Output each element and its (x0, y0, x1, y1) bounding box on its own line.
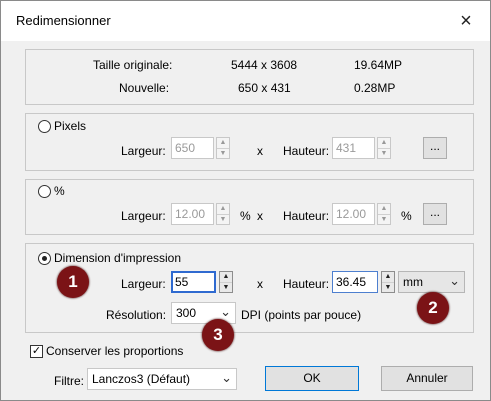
pixels-radio[interactable] (38, 120, 51, 133)
percent-height-unit: % (401, 209, 412, 223)
spin-down-icon[interactable]: ▼ (217, 214, 229, 225)
spin-up-icon[interactable]: ▲ (217, 138, 229, 148)
annotation-badge-1: 1 (57, 266, 89, 298)
original-size-label: Taille originale: (93, 58, 173, 72)
chevron-down-icon: ⌄ (221, 370, 232, 385)
resolution-value: 300 (176, 306, 197, 320)
print-width-input[interactable]: 55 (171, 271, 216, 293)
print-width-spinner[interactable]: ▲ ▼ (219, 271, 233, 293)
chevron-down-icon: ⌄ (449, 273, 460, 288)
print-height-spinner[interactable]: ▲ ▼ (381, 271, 395, 293)
percent-more-button[interactable]: ... (423, 203, 447, 225)
print-height-label: Hauteur: (283, 277, 330, 291)
spin-up-icon[interactable]: ▲ (382, 272, 394, 282)
spin-up-icon[interactable]: ▲ (217, 204, 229, 214)
pixels-height-label: Hauteur: (283, 144, 330, 158)
ok-button[interactable]: OK (265, 366, 359, 391)
filter-label: Filtre: (54, 374, 84, 388)
pixels-width-spinner[interactable]: ▲ ▼ (216, 137, 230, 159)
chevron-down-icon: ⌄ (220, 304, 231, 319)
spin-down-icon[interactable]: ▼ (217, 148, 229, 159)
percent-width-unit: % (240, 209, 251, 223)
title-bar: Redimensionner × (1, 1, 490, 41)
new-size-value: 650 x 431 (238, 81, 291, 95)
new-megapixels: 0.28MP (354, 81, 396, 95)
pixels-height-input[interactable]: 431 (332, 137, 375, 159)
new-size-label: Nouvelle: (119, 81, 170, 95)
pixels-width-input[interactable]: 650 (171, 137, 214, 159)
keep-proportions-checkbox[interactable]: ✓ (30, 345, 43, 358)
percent-radio[interactable] (38, 185, 51, 198)
percent-width-input[interactable]: 12.00 (171, 203, 214, 225)
original-megapixels: 19.64MP (354, 58, 403, 72)
close-icon[interactable]: × (452, 7, 480, 35)
percent-height-spinner[interactable]: ▲ ▼ (377, 203, 391, 225)
cancel-button[interactable]: Annuler (381, 366, 473, 391)
percent-label: % (54, 184, 65, 198)
pixels-group (25, 113, 474, 171)
pixels-height-spinner[interactable]: ▲ ▼ (377, 137, 391, 159)
spin-up-icon[interactable]: ▲ (378, 138, 390, 148)
percent-height-label: Hauteur: (283, 209, 330, 223)
pixels-x-separator: x (257, 144, 263, 158)
pixels-more-button[interactable]: ... (423, 137, 447, 159)
print-dimension-radio[interactable] (38, 252, 51, 265)
filter-value: Lanczos3 (Défaut) (92, 372, 191, 386)
print-unit-select[interactable]: mm ⌄ (398, 271, 465, 293)
print-dimension-label: Dimension d'impression (54, 251, 182, 265)
percent-width-label: Largeur: (121, 209, 166, 223)
spin-down-icon[interactable]: ▼ (220, 282, 232, 293)
spin-up-icon[interactable]: ▲ (220, 272, 232, 282)
print-height-input[interactable]: 36.45 (332, 271, 378, 293)
print-width-label: Largeur: (121, 277, 166, 291)
percent-group (25, 179, 474, 235)
resolution-label: Résolution: (106, 308, 167, 322)
resize-dialog: Redimensionner × Taille originale: 5444 … (0, 0, 491, 401)
annotation-badge-2: 2 (417, 292, 449, 324)
original-size-value: 5444 x 3608 (231, 58, 298, 72)
print-x-separator: x (257, 277, 263, 291)
resolution-unit-label: DPI (points par pouce) (241, 308, 362, 322)
print-unit-value: mm (403, 275, 423, 289)
spin-down-icon[interactable]: ▼ (378, 148, 390, 159)
pixels-label: Pixels (54, 119, 87, 133)
percent-height-input[interactable]: 12.00 (332, 203, 375, 225)
annotation-badge-3: 3 (202, 319, 234, 351)
percent-width-spinner[interactable]: ▲ ▼ (216, 203, 230, 225)
spin-down-icon[interactable]: ▼ (382, 282, 394, 293)
keep-proportions-label: Conserver les proportions (46, 344, 184, 358)
spin-down-icon[interactable]: ▼ (378, 214, 390, 225)
dialog-title: Redimensionner (16, 13, 111, 28)
filter-select[interactable]: Lanczos3 (Défaut) ⌄ (87, 368, 237, 390)
spin-up-icon[interactable]: ▲ (378, 204, 390, 214)
pixels-width-label: Largeur: (121, 144, 166, 158)
percent-x-separator: x (257, 209, 263, 223)
